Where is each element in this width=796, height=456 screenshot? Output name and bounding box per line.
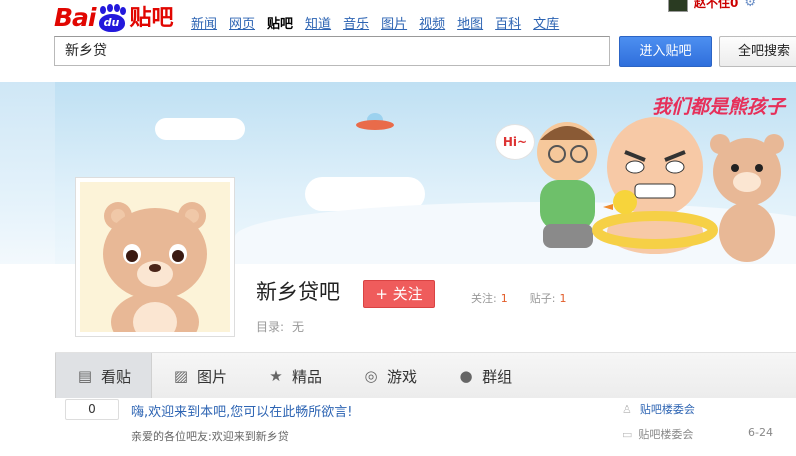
ufo-icon [356,113,394,130]
forum-stats: 关注: 1 贴子: 1 [471,290,566,306]
last-replier-link[interactable]: 贴吧楼委会 [638,426,693,442]
logo-paw-icon: du [97,4,127,32]
posts-stat: 贴子: 1 [529,292,567,305]
nav-item-video[interactable]: 视频 [419,13,445,32]
followers-count: 1 [500,292,508,305]
catalog-value: 无 [292,320,305,334]
tab-featured[interactable]: ★ 精品 [247,353,342,399]
nav-item-tieba[interactable]: 贴吧 [267,13,293,32]
nav-item-wenku[interactable]: 文库 [533,13,559,32]
product-nav: 新闻 网页 贴吧 知道 音乐 图片 视频 地图 百科 文库 [191,13,571,32]
tab-games[interactable]: ◎ 游戏 [342,353,437,399]
enter-forum-button[interactable]: 进入贴吧 [619,36,712,67]
author-link[interactable]: 贴吧楼委会 [640,401,695,417]
image-icon: ▨ [173,367,189,385]
document-icon: ▤ [77,367,93,385]
gear-icon[interactable]: ⚙ [744,0,756,10]
nav-item-music[interactable]: 音乐 [343,13,369,32]
search-input[interactable]: 新乡贷 [54,36,610,66]
tab-threads[interactable]: ▤ 看贴 [55,353,153,399]
reply-count-badge: 0 [65,399,119,420]
logo-bai-text: Bai [54,3,96,32]
nav-item-map[interactable]: 地图 [457,13,483,32]
user-avatar[interactable] [668,0,688,12]
baidu-tieba-logo[interactable]: Bai du 贴吧 [54,2,174,32]
last-reply-time: 6-24 [748,426,773,439]
banner-slogan: 我们都是熊孩子 [652,96,786,118]
posts-count: 1 [559,292,567,305]
nav-item-baike[interactable]: 百科 [495,13,521,32]
forum-avatar[interactable] [75,177,235,337]
all-forum-search-button[interactable]: 全吧搜索 [719,36,796,67]
last-reply-info: ▭ 贴吧楼委会 [622,426,693,442]
thread-abstract: 亲爱的各位吧友:欢迎来到新乡贷 [131,430,289,443]
bear-avatar-image [80,182,230,332]
hi-speech-bubble: Hi~ [495,124,535,160]
reply-icon: ▭ [622,427,633,441]
nav-item-images[interactable]: 图片 [381,13,407,32]
chat-icon: ● [459,367,473,385]
logo-du-text: du [98,14,125,32]
follow-button[interactable]: + 关注 [363,280,435,308]
user-menu[interactable]: 赵不住0 ⚙ [668,0,756,12]
nav-item-news[interactable]: 新闻 [191,13,217,32]
logo-tieba-text: 贴吧 [129,6,174,31]
star-icon: ★ [269,367,283,385]
followers-stat: 关注: 1 [471,292,508,305]
thread-author: ♙ 贴吧楼委会 [622,401,695,417]
top-header: Bai du 贴吧 新闻 网页 贴吧 知道 音乐 图片 视频 地图 百科 文库 … [0,0,796,82]
tab-images[interactable]: ▨ 图片 [152,353,247,399]
nav-item-zhidao[interactable]: 知道 [305,13,331,32]
thread-title-link[interactable]: 嗨,欢迎来到本吧,您可以在此畅所欲言! [131,401,352,420]
nav-item-web[interactable]: 网页 [229,13,255,32]
forum-tabs: ▤ 看贴 ▨ 图片 ★ 精品 ◎ 游戏 ● 群组 [55,352,796,400]
gamepad-icon: ◎ [364,367,378,385]
tab-groups[interactable]: ● 群组 [437,353,532,399]
user-icon: ♙ [622,402,632,416]
forum-catalog: 目录: 无 [256,320,305,334]
forum-name: 新乡贷吧 [256,280,340,304]
username[interactable]: 赵不住0 [694,0,738,11]
